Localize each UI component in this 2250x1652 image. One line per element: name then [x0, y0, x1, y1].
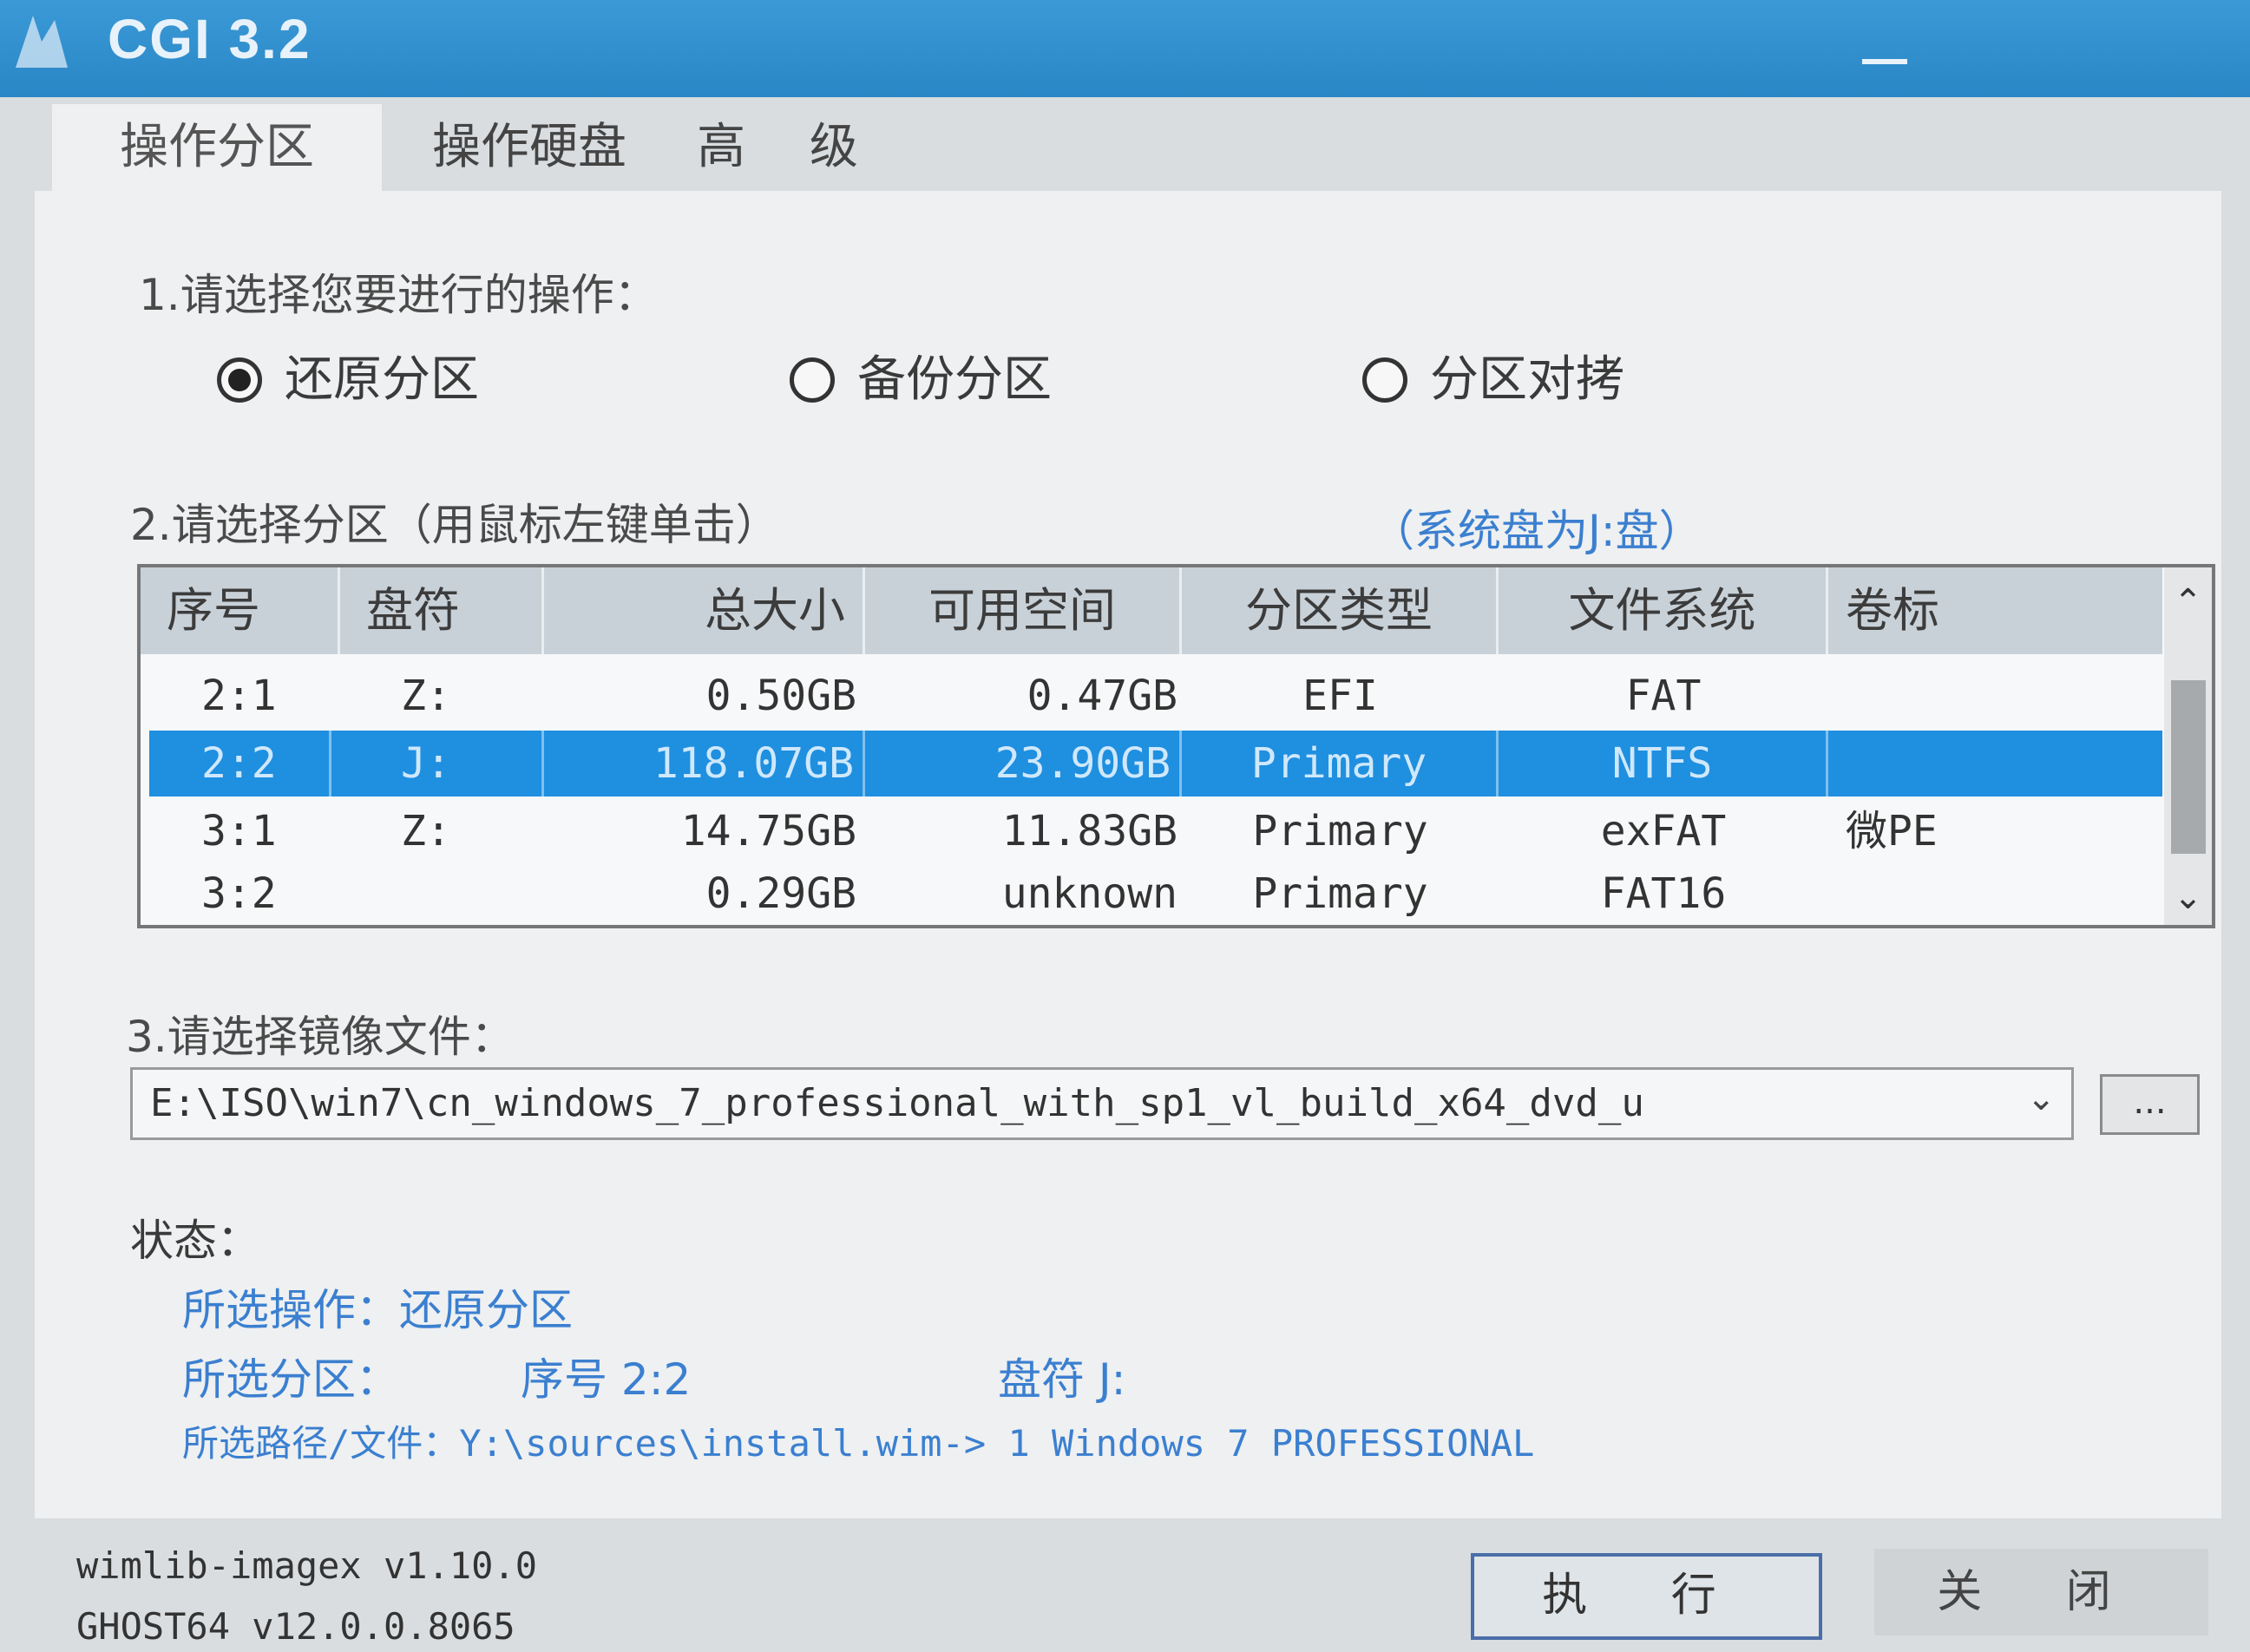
- column-header-type[interactable]: 分区类型: [1182, 567, 1499, 654]
- table-row[interactable]: 3:2 0.29GB unknown Primary FAT16: [149, 861, 2162, 927]
- cell-type: EFI: [1302, 672, 1378, 720]
- status-path-value: Y:\sources\install.wim-> 1 Windows 7 PRO…: [459, 1422, 1535, 1465]
- window-title: CGI 3.2: [108, 8, 312, 70]
- radio-label: 还原分区: [285, 351, 479, 408]
- cell-label: [1828, 731, 2162, 796]
- radio-label: 备份分区: [857, 351, 1052, 408]
- cell-label: 微PE: [1846, 807, 1938, 856]
- cell-index: 2:1: [201, 672, 277, 720]
- cell-free: 11.83GB: [1001, 807, 1177, 856]
- cell-size: 14.75GB: [680, 807, 856, 856]
- cell-fs: FAT16: [1600, 869, 1727, 918]
- radio-circle: [790, 357, 835, 403]
- radio-partition-copy[interactable]: 分区对拷: [1362, 345, 1779, 415]
- column-header-label[interactable]: 卷标: [1828, 567, 2162, 654]
- step3-label: 3.请选择镜像文件：: [126, 1012, 515, 1062]
- table-row[interactable]: 3:1 Z: 14.75GB 11.83GB Primary exFAT 微PE: [149, 798, 2162, 864]
- step2-label: 2.请选择分区（用鼠标左键单击）: [130, 500, 779, 550]
- cell-index: 3:2: [201, 869, 277, 918]
- table-header: 序号 盘符 总大小 可用空间 分区类型 文件系统 卷标: [141, 567, 2162, 654]
- status-operation-label: 所选操作：: [182, 1285, 399, 1335]
- cell-size: 0.29GB: [705, 869, 856, 918]
- status-title: 状态：: [130, 1216, 260, 1266]
- cell-fs: FAT: [1625, 672, 1702, 720]
- cell-index: 2:2: [149, 731, 331, 796]
- column-header-drive[interactable]: 盘符: [340, 567, 544, 654]
- radio-backup-partition[interactable]: 备份分区: [790, 345, 1154, 415]
- status-partition-drive: 盘符 J:: [998, 1354, 1126, 1405]
- cell-drive: Z:: [401, 672, 451, 720]
- minimize-button[interactable]: [1857, 42, 1909, 73]
- column-header-size[interactable]: 总大小: [544, 567, 865, 654]
- cell-free: unknown: [1001, 869, 1177, 918]
- cell-size: 118.07GB: [544, 731, 865, 796]
- image-file-combobox[interactable]: E:\ISO\win7\cn_windows_7_professional_wi…: [130, 1067, 2074, 1140]
- wimlib-version: wimlib-imagex v1.10.0: [76, 1544, 538, 1587]
- radio-label: 分区对拷: [1430, 351, 1624, 408]
- chevron-down-icon[interactable]: ⌄: [2164, 871, 2212, 923]
- status-partition-index: 序号 2:2: [521, 1354, 692, 1405]
- cell-size: 0.50GB: [705, 672, 856, 720]
- table-row[interactable]: 2:1 Z: 0.50GB 0.47GB EFI FAT: [149, 663, 2162, 729]
- cell-index: 3:1: [201, 807, 277, 856]
- tab-operate-disk[interactable]: 操作硬盘: [382, 104, 677, 191]
- cell-fs: exFAT: [1600, 807, 1727, 856]
- cell-free: 23.90GB: [865, 731, 1182, 796]
- radio-circle: [1362, 357, 1407, 403]
- status-partition-label: 所选分区：: [182, 1354, 399, 1405]
- image-file-path: E:\ISO\win7\cn_windows_7_professional_wi…: [150, 1081, 1644, 1125]
- column-header-fs[interactable]: 文件系统: [1499, 567, 1828, 654]
- cell-drive: J:: [331, 731, 544, 796]
- close-button[interactable]: 关 闭: [1874, 1549, 2208, 1636]
- cell-fs: NTFS: [1499, 731, 1828, 796]
- step1-label: 1.请选择您要进行的操作：: [139, 270, 658, 320]
- title-bar: CGI 3.2: [0, 0, 2250, 97]
- scroll-thumb[interactable]: [2171, 680, 2206, 854]
- tab-operate-partition[interactable]: 操作分区: [52, 104, 382, 191]
- status-operation: 所选操作：还原分区: [182, 1275, 573, 1338]
- table-row-selected[interactable]: 2:2 J: 118.07GB 23.90GB Primary NTFS: [149, 731, 2162, 796]
- radio-dot: [228, 369, 251, 391]
- tab-advanced[interactable]: 高 级: [677, 104, 902, 191]
- cell-drive: Z:: [401, 807, 451, 856]
- partition-table[interactable]: 序号 盘符 总大小 可用空间 分区类型 文件系统 卷标 2:1 Z: 0.50G…: [137, 564, 2215, 928]
- browse-button[interactable]: ...: [2100, 1074, 2200, 1135]
- status-operation-value: 还原分区: [399, 1285, 573, 1335]
- cell-type: Primary: [1182, 731, 1499, 796]
- tab-bar: 操作分区 操作硬盘 高 级: [35, 104, 2204, 191]
- main-panel: 1.请选择您要进行的操作： 还原分区 备份分区 分区对拷 2.请选择分区（用鼠标…: [35, 191, 2221, 1518]
- minimize-icon: [1862, 59, 1907, 64]
- cell-type: Primary: [1252, 869, 1428, 918]
- column-header-free[interactable]: 可用空间: [865, 567, 1182, 654]
- table-scrollbar[interactable]: ⌃ ⌄: [2164, 567, 2212, 925]
- system-disk-note: （系统盘为J:盘）: [1371, 506, 1702, 556]
- cell-free: 0.47GB: [1027, 672, 1177, 720]
- radio-restore-partition[interactable]: 还原分区: [217, 345, 581, 415]
- app-icon: [16, 16, 68, 68]
- ghost-version: GHOST64 v12.0.0.8065: [76, 1605, 515, 1648]
- column-header-index[interactable]: 序号: [158, 567, 340, 654]
- cell-type: Primary: [1252, 807, 1428, 856]
- execute-button[interactable]: 执 行: [1471, 1553, 1822, 1640]
- status-path: 所选路径/文件：Y:\sources\install.wim-> 1 Windo…: [182, 1414, 1534, 1467]
- chevron-up-icon[interactable]: ⌃: [2164, 576, 2212, 628]
- status-path-label: 所选路径/文件：: [182, 1422, 460, 1465]
- chevron-down-icon[interactable]: ⌄: [2026, 1078, 2056, 1118]
